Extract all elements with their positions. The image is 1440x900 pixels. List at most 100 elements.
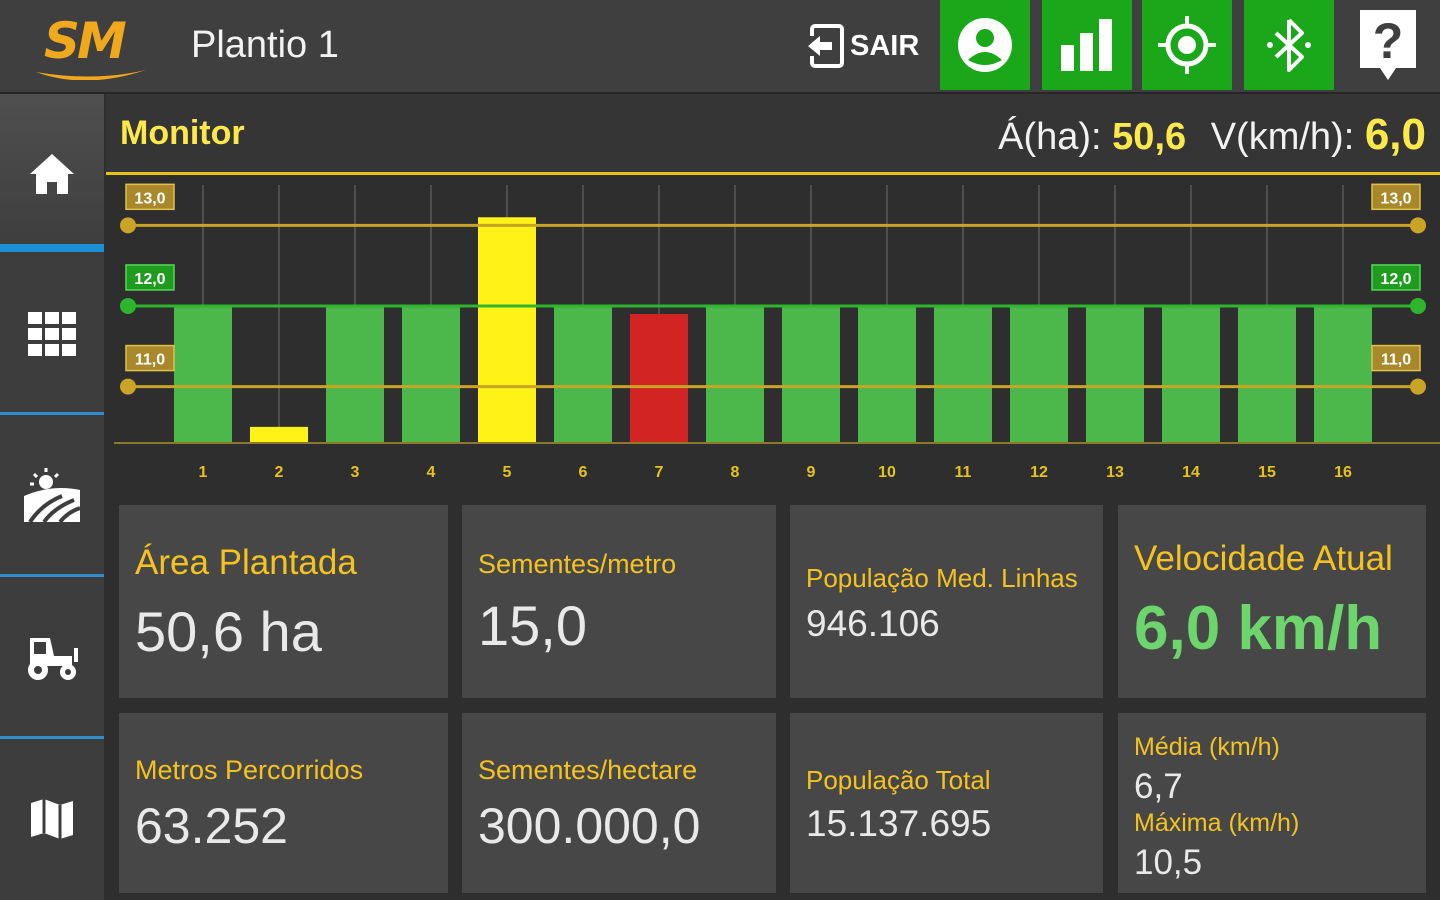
sementes-hectare-label: Sementes/hectare: [478, 755, 698, 785]
row-bar: [1010, 305, 1068, 443]
row-bar: [1314, 305, 1372, 443]
reference-label: 13,0: [1380, 190, 1411, 207]
card-populacao-med: População Med. Linhas 946.106: [790, 505, 1103, 698]
row-tick-label: 2: [275, 464, 284, 481]
row-bar: [554, 305, 612, 443]
bluetooth-icon: [1267, 18, 1311, 72]
card-velocidade-atual: Velocidade Atual 6,0 km/h: [1118, 505, 1426, 698]
reference-label: 13,0: [134, 190, 165, 207]
bar-chart-icon: [1061, 19, 1112, 71]
sm-logo: SM: [34, 10, 150, 82]
row-bar: [1238, 305, 1296, 443]
row-bar: [326, 305, 384, 443]
profile-button[interactable]: [940, 0, 1030, 90]
bluetooth-button[interactable]: [1244, 0, 1334, 90]
help-icon: ?: [1360, 10, 1416, 80]
row-bar: [1162, 305, 1220, 443]
row-tick-label: 10: [878, 464, 896, 481]
help-button[interactable]: ?: [1356, 8, 1420, 82]
media-value: 6,7: [1134, 767, 1183, 806]
populacao-med-value: 946.106: [806, 603, 940, 644]
row-bar: [478, 217, 536, 443]
field-icon: [24, 468, 81, 524]
row-bar: [1086, 305, 1144, 443]
gps-button[interactable]: [1142, 0, 1232, 90]
row-tick-label: 8: [731, 464, 740, 481]
reference-label: 12,0: [134, 271, 165, 288]
row-monitor-chart: 1 2 3 4 5 6 7 8 9 10 11 12 13 14 15 1613,0 13,012,0 12,01…: [114, 183, 1440, 481]
area-plantada-value: 50,6 ha: [135, 600, 322, 663]
velocidade-atual-label: Velocidade Atual: [1134, 539, 1393, 578]
row-tick-label: 6: [579, 464, 588, 481]
row-tick-label: 4: [427, 464, 436, 481]
user-icon: [958, 18, 1012, 72]
populacao-total-label: População Total: [806, 765, 991, 795]
exit-label: SAIR: [850, 29, 920, 62]
sidebar-item-map[interactable]: [0, 739, 104, 899]
grid-icon: [28, 312, 76, 356]
metros-percorridos-value: 63.252: [135, 798, 288, 854]
row-tick-label: 5: [503, 464, 512, 481]
sidebar: [0, 94, 104, 900]
row-tick-label: 9: [807, 464, 816, 481]
card-velocidade-stats: Média (km/h) 6,7 Máxima (km/h) 10,5: [1118, 713, 1426, 893]
row-bar: [934, 305, 992, 443]
row-bar: [706, 305, 764, 443]
speed-value: 6,0: [1364, 110, 1426, 159]
sidebar-item-home[interactable]: [0, 94, 104, 254]
sidebar-item-field[interactable]: [0, 415, 104, 575]
sidebar-item-machine[interactable]: [0, 577, 104, 737]
reference-marker: [1410, 378, 1426, 395]
reference-label: 11,0: [1381, 352, 1411, 369]
populacao-total-value: 15.137.695: [806, 803, 992, 844]
card-area-plantada: Área Plantada 50,6 ha: [119, 505, 448, 698]
reference-marker: [120, 378, 136, 395]
area-label: Á(ha):: [998, 116, 1102, 158]
logo-swoosh-icon: [36, 70, 146, 80]
metros-percorridos-label: Metros Percorridos: [135, 755, 364, 785]
media-label: Média (km/h): [1134, 733, 1280, 761]
row-bar: [858, 305, 916, 443]
row-tick-label: 3: [351, 464, 360, 481]
gps-target-icon: [1158, 16, 1216, 74]
sementes-metro-label: Sementes/metro: [478, 549, 677, 579]
velocidade-atual-value: 6,0 km/h: [1134, 594, 1383, 663]
sidebar-active-indicator: [0, 244, 104, 252]
row-bar: [402, 305, 460, 443]
sementes-hectare-value: 300.000,0: [478, 798, 701, 854]
map-icon: [31, 799, 73, 839]
monitor-title: Monitor: [120, 114, 245, 152]
row-bar: [630, 314, 688, 443]
reference-label: 11,0: [135, 352, 165, 369]
row-tick-label: 13: [1106, 464, 1124, 481]
row-tick-label: 15: [1258, 464, 1276, 481]
row-bar: [250, 426, 308, 443]
reference-marker: [120, 217, 136, 234]
area-plantada-label: Área Plantada: [135, 543, 357, 582]
row-tick-label: 1: [199, 464, 208, 481]
maxima-label: Máxima (km/h): [1134, 809, 1300, 837]
card-metros-percorridos: Metros Percorridos 63.252: [119, 713, 448, 893]
card-populacao-total: População Total 15.137.695: [790, 713, 1103, 893]
reference-label: 12,0: [1380, 271, 1411, 288]
reference-marker: [1410, 217, 1426, 234]
top-bar: SM Plantio 1 SAIR ?: [0, 0, 1440, 94]
reference-marker: [1410, 297, 1426, 314]
row-tick-label: 12: [1030, 464, 1048, 481]
page-title: Plantio 1: [191, 24, 339, 66]
svg-text:?: ?: [1373, 13, 1404, 69]
monitor-header: Monitor Á(ha): 50,6 V(km/h): 6,0: [106, 94, 1440, 175]
row-bar: [782, 305, 840, 443]
speed-label: V(km/h):: [1210, 116, 1355, 158]
card-sementes-metro: Sementes/metro 15,0: [462, 505, 776, 698]
area-value: 50,6: [1112, 116, 1187, 158]
row-bar: [174, 305, 232, 443]
statistics-button[interactable]: [1042, 0, 1132, 90]
monitor-stats: Á(ha): 50,6 V(km/h): 6,0: [998, 110, 1426, 160]
tractor-icon: [28, 638, 78, 680]
row-tick-label: 11: [955, 464, 972, 481]
sidebar-item-rows[interactable]: [0, 254, 104, 414]
reference-marker: [120, 297, 136, 314]
exit-button[interactable]: SAIR: [804, 20, 919, 72]
populacao-med-label: População Med. Linhas: [806, 563, 1078, 593]
